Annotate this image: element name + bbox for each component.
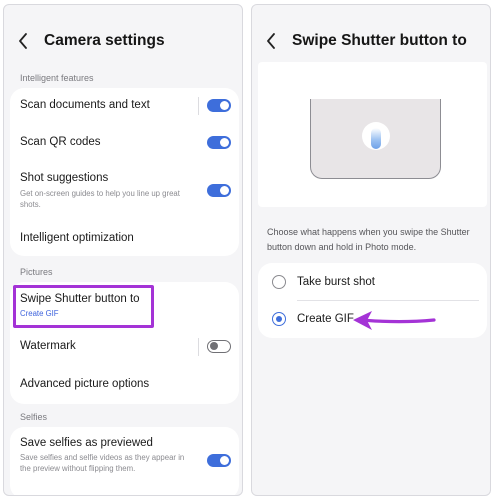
scan-documents-row[interactable]: Scan documents and text bbox=[10, 88, 239, 124]
toggle-knob bbox=[209, 341, 218, 350]
description-text: Choose what happens when you swipe the S… bbox=[267, 227, 470, 252]
scan-qr-label: Scan QR codes bbox=[20, 136, 101, 148]
option-label-gif: Create GIF bbox=[297, 313, 354, 325]
section-header-selfies: Selfies bbox=[20, 412, 48, 422]
advanced-picture-options-label: Advanced picture options bbox=[20, 378, 150, 390]
header: Camera settings bbox=[4, 29, 242, 53]
phone-illustration bbox=[310, 99, 441, 179]
watermark-toggle[interactable] bbox=[207, 340, 231, 353]
toggle-knob bbox=[220, 138, 229, 147]
intelligent-optimization-label: Intelligent optimization bbox=[20, 232, 134, 244]
radio-button-gif[interactable] bbox=[272, 312, 286, 326]
toggle-knob bbox=[220, 456, 229, 465]
save-selfies-toggle[interactable] bbox=[207, 454, 231, 467]
intelligent-features-card: Scan documents and text Scan QR codes Sh… bbox=[10, 88, 239, 256]
swipe-indicator-icon bbox=[371, 128, 381, 149]
back-arrow-icon[interactable] bbox=[18, 31, 32, 51]
pointer-arrow bbox=[353, 311, 436, 330]
back-arrow-icon[interactable] bbox=[266, 31, 280, 51]
radio-button-burst[interactable] bbox=[272, 275, 286, 289]
shutter-button-illustration bbox=[362, 122, 390, 150]
save-selfies-row[interactable]: Save selfies as previewed Save selfies a… bbox=[10, 427, 239, 495]
shot-suggestions-description: Get on-screen guides to help you line up… bbox=[20, 189, 180, 209]
section-header-pictures: Pictures bbox=[20, 267, 53, 277]
selfies-card: Save selfies as previewed Save selfies a… bbox=[10, 427, 239, 495]
page-title: Camera settings bbox=[44, 32, 165, 49]
divider bbox=[198, 97, 199, 115]
toggle-knob bbox=[220, 101, 229, 110]
scan-qr-row[interactable]: Scan QR codes bbox=[10, 124, 239, 160]
radio-selected-dot bbox=[276, 316, 282, 322]
save-selfies-label: Save selfies as previewed bbox=[20, 437, 153, 449]
header: Swipe Shutter button to bbox=[252, 29, 490, 53]
scan-qr-toggle[interactable] bbox=[207, 136, 231, 149]
page-title: Swipe Shutter button to bbox=[292, 32, 467, 49]
section-header-intelligent: Intelligent features bbox=[20, 73, 94, 83]
camera-settings-screen: Camera settings Intelligent features Sca… bbox=[3, 4, 243, 496]
advanced-picture-options-row[interactable]: Advanced picture options bbox=[10, 366, 239, 402]
toggle-knob bbox=[220, 186, 229, 195]
watermark-label: Watermark bbox=[20, 340, 76, 352]
shot-suggestions-label: Shot suggestions bbox=[20, 172, 109, 184]
intelligent-optimization-row[interactable]: Intelligent optimization bbox=[10, 218, 239, 256]
option-take-burst-shot[interactable]: Take burst shot bbox=[258, 263, 487, 300]
option-label-burst: Take burst shot bbox=[297, 276, 375, 288]
swipe-shutter-screen: Swipe Shutter button to Choose what happ… bbox=[251, 4, 491, 496]
scan-documents-toggle[interactable] bbox=[207, 99, 231, 112]
shot-suggestions-toggle[interactable] bbox=[207, 184, 231, 197]
watermark-row[interactable]: Watermark bbox=[10, 330, 239, 364]
shot-suggestions-row[interactable]: Shot suggestions Get on-screen guides to… bbox=[10, 160, 239, 218]
highlight-box bbox=[13, 285, 154, 328]
save-selfies-description: Save selfies and selfie videos as they a… bbox=[20, 453, 185, 473]
divider bbox=[198, 338, 199, 356]
scan-documents-label: Scan documents and text bbox=[20, 99, 150, 111]
illustration-card bbox=[258, 62, 487, 207]
